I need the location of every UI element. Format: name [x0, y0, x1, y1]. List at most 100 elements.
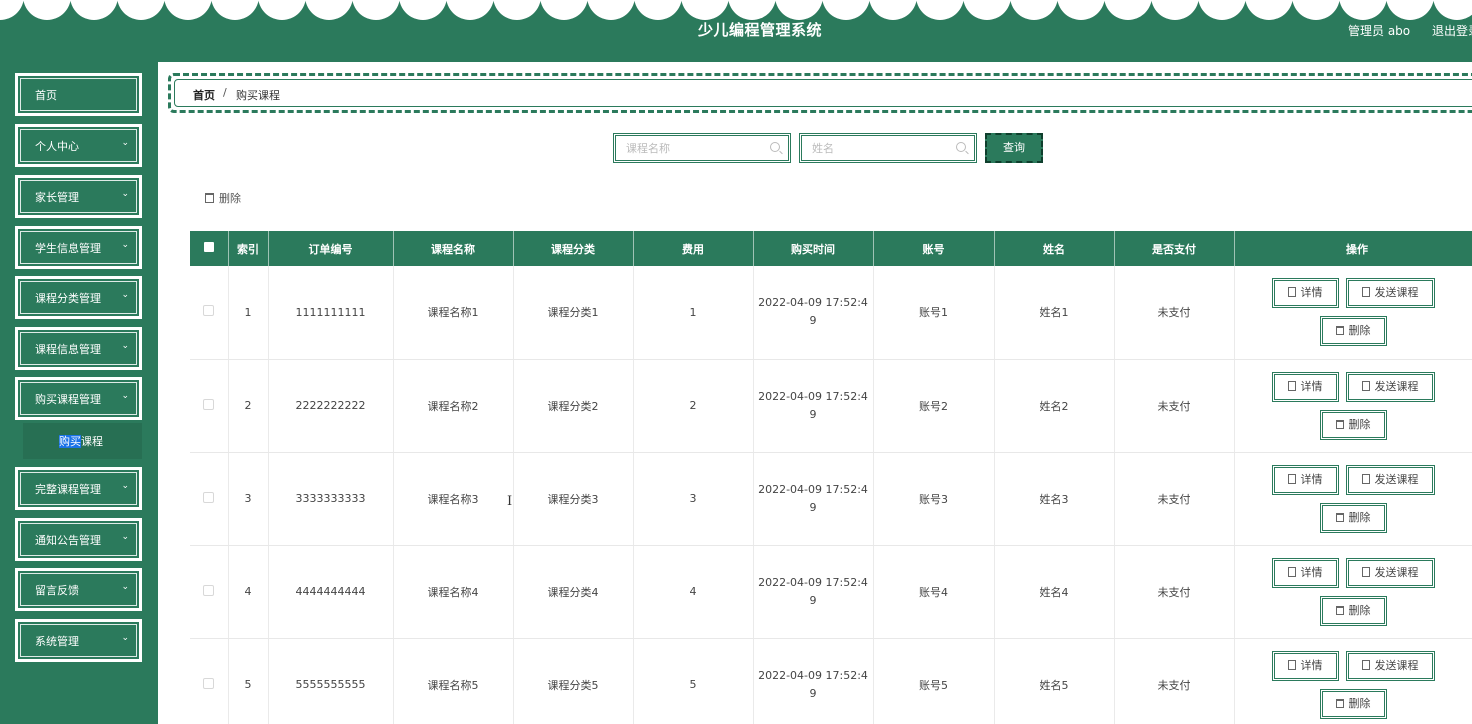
delete-button[interactable]: 删除 — [1319, 316, 1387, 346]
purchase-time-line: 2022-04-09 17:52:4 — [758, 389, 868, 403]
delete-button[interactable]: 删除 — [1319, 502, 1387, 533]
sidebar-subitem-label: 购买课程 — [59, 433, 103, 449]
course-name-cell: 课程名称5 — [393, 638, 514, 724]
delete-label: 删除 — [1348, 510, 1371, 524]
send-course-button[interactable]: 发送课程 — [1345, 464, 1435, 495]
row-checkbox[interactable] — [203, 584, 215, 596]
paid-status-cell: 未支付 — [1114, 359, 1235, 453]
table-row: 1 1111111111 课程名称1 课程分类1 1 2022-04-09 17… — [190, 266, 1472, 360]
detail-button[interactable]: 详情 — [1271, 371, 1339, 402]
index-cell: 5 — [228, 638, 269, 724]
detail-button[interactable]: 详情 — [1271, 650, 1339, 681]
row-select-cell — [190, 266, 229, 360]
select-all-checkbox[interactable] — [203, 242, 214, 252]
sidebar-subitem-purchase-course[interactable]: 购买课程 — [23, 423, 142, 459]
sidebar-item-full-course[interactable]: 完整课程管理 ⌄ — [15, 467, 142, 510]
sidebar-item-home[interactable]: 首页 — [15, 73, 142, 116]
breadcrumb-home[interactable]: 首页 — [193, 87, 215, 103]
row-checkbox[interactable] — [203, 677, 215, 689]
document-icon — [1361, 380, 1370, 391]
delete-button[interactable]: 删除 — [1319, 688, 1387, 719]
category-cell: 课程分类2 — [513, 359, 634, 453]
name-cell: 姓名5 — [994, 638, 1115, 724]
sidebar-item-label: 学生信息管理 — [35, 242, 101, 255]
table-row: 4 4444444444 课程名称4 课程分类4 4 2022-04-09 17… — [190, 545, 1472, 639]
course-name-cell: 课程名称4 — [393, 545, 514, 639]
breadcrumb: 首页 / 购买课程 — [168, 73, 1472, 113]
sidebar-item-course-category[interactable]: 课程分类管理 ⌄ — [15, 276, 142, 319]
trash-icon — [1335, 326, 1344, 335]
order-no-cell: 3333333333 — [268, 452, 394, 546]
sidebar-item-label: 家长管理 — [35, 191, 79, 204]
chevron-down-icon: ⌄ — [121, 391, 129, 401]
name-cell: 姓名1 — [994, 266, 1115, 360]
delete-button[interactable]: 删除 — [1319, 595, 1387, 626]
delete-label: 删除 — [1348, 603, 1371, 617]
paid-status-cell: 未支付 — [1114, 545, 1235, 639]
row-checkbox[interactable] — [203, 491, 215, 503]
bulk-delete-button[interactable]: 删除 — [205, 190, 241, 206]
row-checkbox[interactable] — [203, 305, 215, 317]
send-course-button[interactable]: 发送课程 — [1345, 557, 1435, 588]
sidebar-item-label: 课程信息管理 — [35, 343, 101, 356]
category-cell: 课程分类3 — [513, 452, 634, 546]
course-name-cell: 课程名称2 — [393, 359, 514, 453]
send-course-button[interactable]: 发送课程 — [1345, 650, 1435, 681]
purchase-time-line: 2022-04-09 17:52:4 — [758, 482, 868, 496]
name-cell: 姓名2 — [994, 359, 1115, 453]
column-header: 订单编号 — [268, 231, 394, 266]
delete-button[interactable]: 删除 — [1319, 409, 1387, 440]
index-cell: 2 — [228, 359, 269, 453]
chevron-down-icon: ⌄ — [121, 290, 129, 300]
sidebar-item-student-info[interactable]: 学生信息管理 ⌄ — [15, 226, 142, 269]
delete-label: 删除 — [1348, 324, 1371, 337]
select-all-header[interactable] — [190, 231, 229, 266]
sidebar-item-parent-management[interactable]: 家长管理 ⌄ — [15, 175, 142, 218]
detail-button[interactable]: 详情 — [1271, 557, 1339, 588]
course-name-input[interactable] — [626, 140, 766, 157]
trash-icon — [1335, 698, 1344, 708]
sidebar-item-course-info[interactable]: 课程信息管理 ⌄ — [15, 327, 142, 370]
text-cursor-icon: I — [507, 494, 513, 509]
bulk-delete-label: 删除 — [219, 192, 241, 205]
sidebar-item-system[interactable]: 系统管理 ⌄ — [15, 619, 142, 662]
purchase-table: 索引 订单编号 课程名称 课程分类 费用 购买时间 账号 姓名 是否支付 操作 … — [190, 231, 1472, 724]
column-header: 账号 — [873, 231, 995, 266]
name-cell: 姓名4 — [994, 545, 1115, 639]
detail-label: 详情 — [1300, 565, 1323, 579]
name-input[interactable] — [812, 140, 952, 157]
column-header: 索引 — [228, 231, 269, 266]
row-checkbox[interactable] — [203, 398, 215, 410]
document-icon — [1361, 566, 1370, 577]
sidebar-item-label: 留言反馈 — [35, 584, 79, 597]
sidebar: 首页 个人中心 ⌄ 家长管理 ⌄ 学生信息管理 ⌄ 课程分类管理 ⌄ 课程信息管… — [0, 62, 158, 724]
send-course-button[interactable]: 发送课程 — [1345, 278, 1435, 308]
sidebar-item-notice[interactable]: 通知公告管理 ⌄ — [15, 518, 142, 561]
purchase-time-line: 9 — [809, 314, 817, 328]
sidebar-item-personal-center[interactable]: 个人中心 ⌄ — [15, 124, 142, 167]
paid-status-cell: 未支付 — [1114, 638, 1235, 724]
sidebar-item-feedback[interactable]: 留言反馈 ⌄ — [15, 568, 142, 611]
logout-link[interactable]: 退出登录 — [1432, 22, 1472, 39]
name-search — [799, 133, 977, 163]
detail-button[interactable]: 详情 — [1271, 464, 1339, 495]
sidebar-item-purchase-management[interactable]: 购买课程管理 ⌄ — [15, 377, 142, 420]
send-course-label: 发送课程 — [1374, 379, 1419, 393]
account-cell: 账号4 — [873, 545, 995, 639]
detail-button[interactable]: 详情 — [1271, 278, 1339, 308]
send-course-button[interactable]: 发送课程 — [1345, 371, 1435, 402]
send-course-label: 发送课程 — [1374, 286, 1419, 299]
sidebar-item-label: 首页 — [35, 89, 57, 102]
top-header: 少儿编程管理系统 管理员 abo 退出登录 — [0, 0, 1472, 62]
query-button[interactable]: 查询 — [985, 133, 1043, 163]
purchase-time-cell: 2022-04-09 17:52:4 9 — [753, 545, 874, 639]
breadcrumb-current: 购买课程 — [236, 89, 280, 102]
category-cell: 课程分类5 — [513, 638, 634, 724]
trash-icon — [1335, 512, 1344, 522]
detail-label: 详情 — [1300, 658, 1323, 672]
category-cell: 课程分类4 — [513, 545, 634, 639]
actions-cell: 详情 发送课程 删除 — [1234, 452, 1472, 546]
table-header-row: 索引 订单编号 课程名称 课程分类 费用 购买时间 账号 姓名 是否支付 操作 — [190, 231, 1472, 266]
purchase-time-line: 2022-04-09 17:52:4 — [758, 668, 868, 682]
index-cell: 1 — [228, 266, 269, 360]
